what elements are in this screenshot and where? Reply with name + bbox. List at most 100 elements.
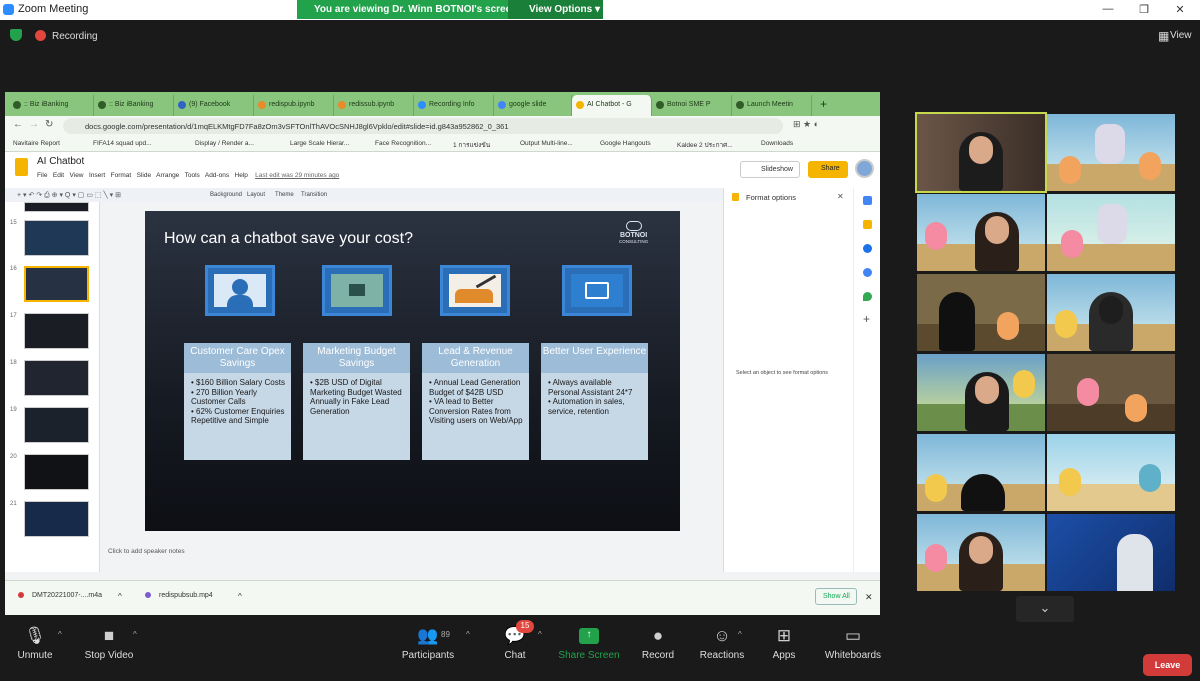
browser-tab[interactable]: (9) Facebook: [174, 95, 254, 116]
theme-button[interactable]: Theme: [275, 192, 294, 198]
add-on-icon[interactable]: +: [863, 312, 870, 326]
slide-thumbnail[interactable]: [24, 313, 89, 349]
browser-tab[interactable]: redispub.ipynb: [254, 95, 334, 116]
toolbar-icons[interactable]: + ▾ ↶ ↷ ⎙ ⊕ ▾ Q ▾ ▢ ▭ ⬚ ╲ ▾ ⊞: [17, 191, 121, 200]
lead-revenue-card[interactable]: Lead & Revenue Generation Annual Lead Ge…: [422, 343, 529, 460]
user-experience-icon[interactable]: [562, 265, 632, 316]
chevron-up-icon[interactable]: ^: [133, 630, 137, 639]
url-input[interactable]: docs.google.com/presentation/d/1mqELKMtg…: [63, 118, 783, 134]
leave-button[interactable]: Leave: [1143, 654, 1192, 676]
video-tile[interactable]: [917, 274, 1045, 351]
bookmark[interactable]: Google Hangouts: [600, 140, 651, 147]
slide-thumbnail[interactable]: [24, 220, 89, 256]
bookmark[interactable]: Kaldee 2 ประกาศ...: [677, 140, 733, 150]
keep-icon[interactable]: [863, 220, 872, 229]
video-tile[interactable]: [917, 354, 1045, 431]
unmute-button[interactable]: Unmute: [0, 650, 75, 661]
contacts-icon[interactable]: [863, 268, 872, 277]
browser-tab[interactable]: Recording Info: [414, 95, 494, 116]
shield-icon[interactable]: [10, 29, 22, 41]
close-panel-icon[interactable]: ✕: [837, 192, 844, 201]
video-tile[interactable]: [1047, 274, 1175, 351]
menu-item[interactable]: File: [37, 172, 47, 179]
menu-item[interactable]: Slide: [137, 172, 151, 179]
tasks-icon[interactable]: [863, 244, 872, 253]
participants-button[interactable]: Participants: [388, 650, 468, 661]
bookmark[interactable]: 1 การแข่งขัน: [453, 140, 490, 150]
chevron-up-icon[interactable]: ^: [538, 630, 542, 639]
bookmark[interactable]: Display / Render a...: [195, 140, 254, 147]
chevron-up-icon[interactable]: ^: [738, 630, 742, 639]
browser-tab-active[interactable]: AI Chatbot - G: [572, 95, 652, 116]
slide-title[interactable]: How can a chatbot save your cost?: [164, 230, 413, 248]
video-tile[interactable]: [917, 194, 1045, 271]
recording-dot-icon[interactable]: [35, 30, 46, 41]
user-experience-card[interactable]: Better User Experience Always available …: [541, 343, 648, 460]
back-icon[interactable]: ←: [13, 119, 23, 130]
video-tile[interactable]: [1047, 354, 1175, 431]
forward-icon[interactable]: →: [29, 119, 39, 130]
show-all-button[interactable]: Show All: [815, 588, 857, 605]
menu-item[interactable]: Add-ons: [205, 172, 229, 179]
menu-item[interactable]: View: [70, 172, 84, 179]
new-tab-icon[interactable]: +: [820, 97, 827, 111]
doc-title[interactable]: AI Chatbot: [37, 156, 84, 167]
stop-video-button[interactable]: Stop Video: [69, 650, 149, 661]
speaker-notes[interactable]: Click to add speaker notes: [100, 544, 723, 562]
participants-icon[interactable]: 👥: [388, 626, 468, 646]
calendar-icon[interactable]: [863, 196, 872, 205]
customer-care-card[interactable]: Customer Care Opex Savings $160 Billion …: [184, 343, 291, 460]
video-tile[interactable]: [1047, 194, 1175, 271]
slide-filmstrip[interactable]: 15 16 17 18 19 20 21: [5, 202, 100, 572]
share-screen-button[interactable]: Share Screen: [549, 650, 629, 661]
menu-item[interactable]: Help: [235, 172, 248, 179]
video-tile-active-speaker[interactable]: [915, 112, 1047, 193]
slides-logo-icon[interactable]: [15, 158, 28, 176]
whiteboards-button[interactable]: Whiteboards: [813, 650, 893, 661]
browser-tab[interactable]: redissub.ipynb: [334, 95, 414, 116]
video-tile[interactable]: [917, 434, 1045, 511]
slideshow-button[interactable]: Slideshow: [740, 161, 800, 178]
customer-care-icon[interactable]: [205, 265, 275, 316]
slide[interactable]: How can a chatbot save your cost? BOTNOI…: [145, 211, 680, 531]
background-button[interactable]: Background: [210, 192, 242, 198]
slide-thumbnail[interactable]: [24, 360, 89, 396]
maximize-icon[interactable]: ❐: [1137, 3, 1151, 16]
bookmark[interactable]: Downloads: [761, 140, 793, 147]
video-tile[interactable]: [917, 514, 1045, 591]
chat-icon[interactable]: 💬: [475, 626, 555, 646]
video-tile[interactable]: [1047, 434, 1175, 511]
minimize-icon[interactable]: —: [1101, 3, 1115, 15]
video-camera-icon[interactable]: ■: [69, 626, 149, 646]
microphone-muted-icon[interactable]: 🎙: [0, 626, 75, 646]
whiteboard-icon[interactable]: ▭: [813, 626, 893, 646]
close-icon[interactable]: ✕: [1173, 3, 1187, 16]
menu-item[interactable]: Arrange: [156, 172, 179, 179]
bookmark[interactable]: FIFA14 squad upd...: [93, 140, 152, 147]
menu-item[interactable]: Format: [111, 172, 132, 179]
download-item[interactable]: redispubsub.mp4: [159, 592, 213, 599]
bookmark[interactable]: Large Scale Hierar...: [290, 140, 349, 147]
share-screen-icon[interactable]: ↑: [579, 628, 599, 644]
browser-tab[interactable]: Launch Meetin: [732, 95, 812, 116]
maps-icon[interactable]: [863, 292, 872, 301]
share-button[interactable]: Share: [808, 161, 848, 178]
chat-button[interactable]: Chat: [475, 650, 555, 661]
slide-canvas[interactable]: How can a chatbot save your cost? BOTNOI…: [100, 202, 723, 562]
view-options-button[interactable]: View Options ▾: [508, 0, 603, 19]
bookmark[interactable]: Output Multi-line...: [520, 140, 573, 147]
view-button[interactable]: View: [1170, 30, 1192, 41]
layout-button[interactable]: Layout: [247, 192, 265, 198]
browser-tab[interactable]: :: Biz iBanking: [94, 95, 174, 116]
chevron-up-icon[interactable]: ^: [118, 592, 122, 601]
browser-tab[interactable]: Botnoi SME P: [652, 95, 732, 116]
reload-icon[interactable]: ↻: [45, 119, 53, 130]
grid-view-icon[interactable]: ▦: [1158, 29, 1169, 43]
slide-thumbnail[interactable]: [24, 407, 89, 443]
menu-item[interactable]: Edit: [53, 172, 64, 179]
apps-button[interactable]: Apps: [744, 650, 824, 661]
close-downloads-icon[interactable]: ✕: [865, 592, 873, 603]
slide-thumbnail[interactable]: [24, 202, 89, 212]
last-edit-link[interactable]: Last edit was 29 minutes ago: [255, 172, 339, 179]
slide-thumbnail[interactable]: [24, 501, 89, 537]
